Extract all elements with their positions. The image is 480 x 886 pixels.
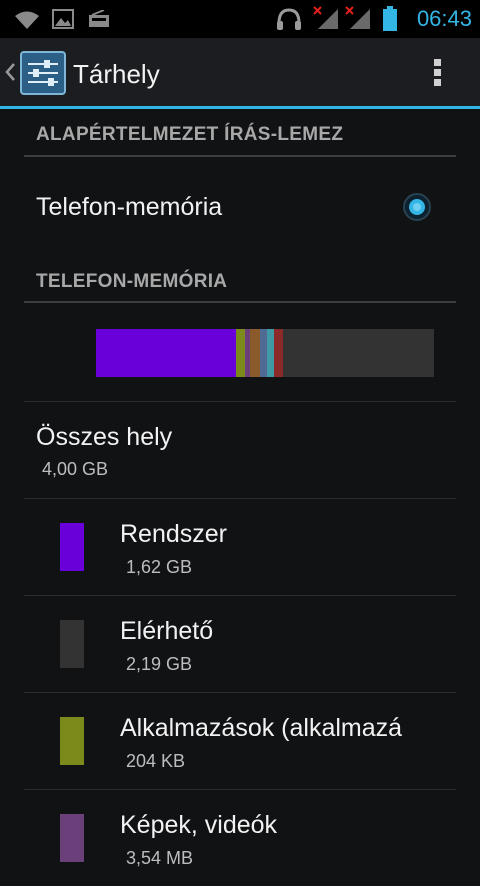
- usage-segment: [259, 329, 268, 377]
- total-space-label: Összes hely: [36, 423, 173, 451]
- color-swatch: [60, 717, 84, 765]
- overflow-menu-icon: [434, 59, 441, 86]
- up-navigation[interactable]: [0, 38, 68, 106]
- storage-item-label: Elérhető: [120, 617, 214, 645]
- signal-no-service-icon: [313, 6, 338, 29]
- usage-segment: [249, 329, 260, 377]
- wifi-icon: [15, 11, 39, 29]
- usage-segment: [96, 329, 236, 377]
- overflow-menu-button[interactable]: [418, 48, 458, 96]
- usage-segment: [274, 329, 283, 377]
- storage-usage-bar: [96, 329, 441, 377]
- storage-item-value: 2,19 GB: [126, 654, 193, 674]
- total-space-row: Összes hely 4,00 GB: [0, 402, 480, 498]
- usage-segment: [282, 329, 435, 377]
- radio-icon: [89, 10, 109, 27]
- usage-segment: [267, 329, 275, 377]
- storage-item-label: Rendszer: [120, 520, 227, 548]
- image-icon: [52, 9, 74, 29]
- storage-settings-list: ALAPÉRTELMEZET ÍRÁS-LEMEZ Telefon-memóri…: [0, 109, 480, 868]
- usage-segment: [235, 329, 245, 377]
- action-bar: Tárhely: [0, 38, 480, 106]
- total-space-value: 4,00 GB: [42, 459, 109, 479]
- signal-no-service-icon: [345, 6, 370, 29]
- headset-icon: [277, 8, 301, 30]
- page-title: Tárhely: [73, 59, 160, 89]
- storage-item-label: Képek, videók: [120, 811, 278, 839]
- section-header-default-write-disk: ALAPÉRTELMEZET ÍRÁS-LEMEZ: [36, 124, 344, 145]
- color-swatch: [60, 523, 84, 571]
- storage-item-value: 204 KB: [126, 751, 186, 771]
- section-header-phone-memory: TELEFON-MEMÓRIA: [36, 271, 228, 292]
- storage-item-system[interactable]: Rendszer 1,62 GB: [0, 499, 480, 595]
- battery-icon: [383, 6, 397, 31]
- default-disk-option-row[interactable]: Telefon-memória: [0, 157, 480, 257]
- chevron-left-icon: [5, 63, 15, 81]
- default-disk-option-label: Telefon-memória: [36, 193, 223, 221]
- settings-sliders-icon: [20, 51, 66, 95]
- status-bar: 06:43: [0, 0, 480, 38]
- storage-item-pictures-videos[interactable]: Képek, videók 3,54 MB: [0, 790, 480, 886]
- storage-item-value: 1,62 GB: [126, 557, 193, 577]
- storage-item-available[interactable]: Elérhető 2,19 GB: [0, 596, 480, 692]
- text-fade: [400, 708, 440, 748]
- section-divider: [24, 301, 456, 303]
- storage-item-label: Alkalmazások (alkalmazá: [120, 714, 403, 742]
- color-swatch: [60, 814, 84, 862]
- storage-item-value: 3,54 MB: [126, 848, 194, 868]
- radio-selected-icon[interactable]: [402, 192, 432, 222]
- color-swatch: [60, 620, 84, 668]
- storage-item-apps[interactable]: Alkalmazások (alkalmazá 204 KB: [0, 693, 480, 789]
- clock: 06:43: [416, 6, 472, 31]
